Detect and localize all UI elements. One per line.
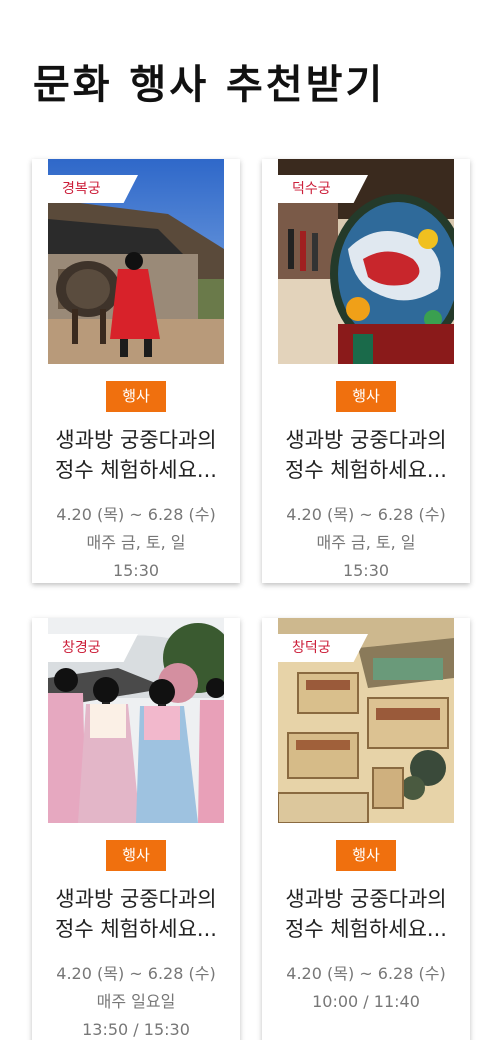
event-schedule: 4.20 (목) ~ 6.28 (수) 10:00 / 11:40	[262, 960, 470, 1016]
event-title-line: 정수 체험하세요...	[55, 917, 217, 941]
event-card[interactable]: 창경궁 행사 생과방 궁중다과의 정수 체험하세요... 4.20 (목) ~ …	[32, 618, 240, 1040]
event-title-line: 생과방 궁중다과의	[285, 887, 447, 911]
event-type-badge: 행사	[106, 840, 166, 871]
event-type-badge: 행사	[106, 381, 166, 412]
event-days: 매주 금, 토, 일	[86, 533, 186, 552]
event-card[interactable]: 창덕궁 행사 생과방 궁중다과의 정수 체험하세요... 4.20 (목) ~ …	[262, 618, 470, 1040]
event-title-line: 정수 체험하세요...	[285, 917, 447, 941]
event-title: 생과방 궁중다과의 정수 체험하세요...	[32, 425, 240, 485]
event-days: 10:00 / 11:40	[312, 992, 420, 1011]
event-times: 15:30	[342, 561, 390, 580]
place-label: 덕수궁	[278, 175, 368, 203]
event-title-line: 생과방 궁중다과의	[55, 428, 217, 452]
event-schedule: 4.20 (목) ~ 6.28 (수) 매주 일요일 13:50 / 15:30	[32, 960, 240, 1040]
event-times: 15:30	[112, 561, 160, 580]
place-label: 창덕궁	[278, 634, 368, 662]
event-schedule: 4.20 (목) ~ 6.28 (수) 매주 금, 토, 일 15:30	[32, 501, 240, 583]
event-title: 생과방 궁중다과의 정수 체험하세요...	[262, 884, 470, 944]
event-days: 매주 일요일	[96, 992, 176, 1011]
event-times: 13:50 / 15:30	[82, 1020, 190, 1039]
event-type-badge: 행사	[336, 840, 396, 871]
event-card[interactable]: 경복궁 행사 생과방 궁중다과의 정수 체험하세요... 4.20 (목) ~ …	[32, 159, 240, 583]
event-title-line: 생과방 궁중다과의	[285, 428, 447, 452]
place-label: 경복궁	[48, 175, 138, 203]
event-date-range: 4.20 (목) ~ 6.28 (수)	[286, 964, 446, 983]
event-title-line: 정수 체험하세요...	[55, 458, 217, 482]
page-title: 문화 행사 추천받기	[33, 61, 386, 108]
event-title-line: 정수 체험하세요...	[285, 458, 447, 482]
event-date-range: 4.20 (목) ~ 6.28 (수)	[286, 505, 446, 524]
place-label: 창경궁	[48, 634, 138, 662]
event-schedule: 4.20 (목) ~ 6.28 (수) 매주 금, 토, 일 15:30	[262, 501, 470, 583]
event-date-range: 4.20 (목) ~ 6.28 (수)	[56, 505, 216, 524]
event-title-line: 생과방 궁중다과의	[55, 887, 217, 911]
event-type-badge: 행사	[336, 381, 396, 412]
event-card[interactable]: 덕수궁 행사 생과방 궁중다과의 정수 체험하세요... 4.20 (목) ~ …	[262, 159, 470, 583]
event-days: 매주 금, 토, 일	[316, 533, 416, 552]
event-date-range: 4.20 (목) ~ 6.28 (수)	[56, 964, 216, 983]
event-title: 생과방 궁중다과의 정수 체험하세요...	[32, 884, 240, 944]
event-title: 생과방 궁중다과의 정수 체험하세요...	[262, 425, 470, 485]
